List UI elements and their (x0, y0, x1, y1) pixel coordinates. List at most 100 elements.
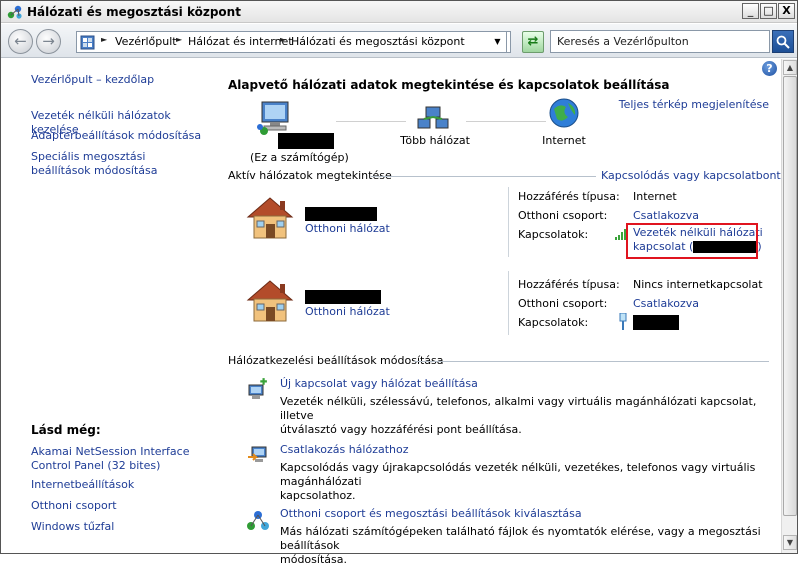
network-2-connections-label: Kapcsolatok: (518, 316, 589, 329)
see-also-link-akamai[interactable]: Akamai NetSession Interface Control Pane… (31, 445, 191, 473)
full-map-link[interactable]: Teljes térkép megjelenítése (619, 98, 769, 111)
task-homegroup-link[interactable]: Otthoni csoport és megosztási beállításo… (280, 507, 582, 520)
back-button[interactable]: ← (8, 29, 33, 54)
task-desc-line: útválasztó vagy hozzáférési pont beállít… (280, 423, 522, 436)
globe-icon (549, 98, 579, 128)
breadcrumb-separator-icon[interactable]: ► (176, 35, 182, 44)
settings-section-title: Hálózatkezelési beállítások módosítása (228, 354, 444, 367)
left-pane: Vezérlőpult – kezdőlap Vezeték nélküli h… (1, 59, 206, 553)
house-icon (246, 197, 294, 239)
breadcrumb-separator-icon[interactable]: ► (280, 35, 286, 44)
help-icon[interactable]: ? (762, 61, 777, 76)
sidebar-link-control-panel-home[interactable]: Vezérlőpult – kezdőlap (31, 73, 154, 87)
back-icon: ← (14, 32, 27, 50)
network-2-homegroup-label: Otthoni csoport: (518, 297, 608, 310)
see-also-title: Lásd még: (31, 423, 101, 437)
minimize-button[interactable]: _ (742, 3, 759, 19)
sidebar-link-advanced-sharing[interactable]: Speciális megosztási beállítások módosít… (31, 150, 201, 178)
task-connect-network-desc: Kapcsolódás vagy újrakapcsolódás vezeték… (280, 461, 781, 503)
redacted-computer-name (278, 133, 334, 149)
close-button[interactable]: X (778, 3, 795, 19)
network-1-access-value: Internet (633, 190, 677, 203)
search-icon (776, 35, 790, 49)
network-2-homegroup-link[interactable]: Csatlakozva (633, 297, 699, 310)
task-desc-line: Kapcsolódás vagy újrakapcsolódás vezeték… (280, 461, 756, 488)
task-new-connection-link[interactable]: Új kapcsolat vagy hálózat beállítása (280, 377, 478, 390)
breadcrumb-control-panel[interactable]: Vezérlőpult (115, 35, 177, 48)
network-2-separator (508, 271, 509, 335)
redacted-network-name (305, 207, 377, 221)
control-panel-icon (80, 35, 95, 50)
content-area: Vezérlőpult – kezdőlap Vezeték nélküli h… (1, 59, 793, 566)
breadcrumb-network-internet[interactable]: Hálózat és internet (188, 35, 293, 48)
connect-network-icon (248, 446, 267, 462)
sidebar-link-adapter-settings[interactable]: Adapterbeállítások módosítása (31, 129, 201, 143)
see-also-link-firewall[interactable]: Windows tűzfal (31, 520, 114, 534)
task-desc-line: Más hálózati számítógépeken található fá… (280, 525, 761, 552)
map-link-line (466, 121, 546, 122)
house-icon (246, 280, 294, 322)
search-button[interactable] (772, 30, 794, 53)
navigation-toolbar: ← → ► Vezérlőpult ► Hálózat és internet … (1, 24, 797, 58)
task-connect-network-link[interactable]: Csatlakozás hálózathoz (280, 443, 409, 456)
computer-caption: (Ez a számítógép) (250, 151, 349, 164)
highlight-box (626, 223, 758, 259)
page-title: Alapvető hálózati adatok megtekintése és… (228, 78, 670, 92)
network-1-type-link[interactable]: Otthoni hálózat (305, 222, 390, 235)
chevron-up-icon: ▲ (786, 63, 794, 72)
redacted-connection-name (633, 315, 679, 330)
active-networks-title: Aktív hálózatok megtekintése (228, 169, 392, 182)
window: Hálózati és megosztási központ _ □ X ← →… (0, 0, 798, 566)
network-1-separator (508, 187, 509, 257)
maximize-button[interactable]: □ (760, 3, 777, 19)
network-1-homegroup-label: Otthoni csoport: (518, 209, 608, 222)
section-divider (414, 361, 769, 362)
section-divider (371, 176, 596, 177)
redacted-network-name (305, 290, 381, 304)
map-link-line (336, 121, 406, 122)
scroll-up-button[interactable]: ▲ (783, 60, 797, 75)
ethernet-icon (619, 313, 627, 330)
network-2-access-value: Nincs internetkapcsolat (633, 278, 763, 291)
search-input[interactable]: Keresés a Vezérlőpulton (550, 30, 770, 53)
title-bar: Hálózati és megosztási központ _ □ X (1, 1, 797, 23)
network-1-access-label: Hozzáférés típusa: (518, 190, 620, 203)
network-1-homegroup-link[interactable]: Csatlakozva (633, 209, 699, 222)
settings-header: Hálózatkezelési beállítások módosítása (228, 354, 444, 368)
refresh-icon: ⇄ (527, 34, 539, 49)
multi-network-icon (417, 106, 449, 129)
chevron-down-icon: ▼ (494, 37, 501, 46)
see-also-link-internet-options[interactable]: Internetbeállítások (31, 478, 134, 492)
chevron-down-icon: ▼ (786, 538, 794, 547)
forward-button[interactable]: → (36, 29, 61, 54)
task-homegroup-desc: Más hálózati számítógépeken található fá… (280, 525, 781, 567)
scroll-down-button[interactable]: ▼ (783, 535, 797, 550)
task-desc-line: kapcsolathoz. (280, 489, 356, 502)
forward-icon: → (42, 32, 55, 50)
network-app-icon (7, 5, 22, 19)
vertical-scrollbar[interactable]: ▲ ▼ (781, 59, 797, 553)
computer-icon (257, 101, 289, 135)
search-placeholder: Keresés a Vezérlőpulton (557, 35, 689, 48)
active-networks-header: Aktív hálózatok megtekintése (228, 169, 392, 183)
address-dropdown-button[interactable]: ▼ (489, 31, 507, 53)
task-new-connection-desc: Vezeték nélküli, szélessávú, telefonos, … (280, 395, 781, 437)
internet-label: Internet (542, 134, 586, 147)
window-title: Hálózati és megosztási központ (27, 5, 241, 19)
address-bar[interactable]: ► Vezérlőpult ► Hálózat és internet ► Há… (76, 31, 511, 53)
breadcrumb-network-center[interactable]: Hálózati és megosztási központ (291, 35, 465, 48)
network-1-connections-label: Kapcsolatok: (518, 228, 589, 241)
breadcrumb-separator-icon[interactable]: ► (101, 35, 107, 44)
network-2-type-link[interactable]: Otthoni hálózat (305, 305, 390, 318)
task-desc-line: Vezeték nélküli, szélessávú, telefonos, … (280, 395, 757, 422)
network-2-access-label: Hozzáférés típusa: (518, 278, 620, 291)
multiple-networks-label: Több hálózat (400, 134, 470, 147)
scrollbar-thumb[interactable] (783, 76, 797, 516)
connect-disconnect-link[interactable]: Kapcsolódás vagy kapcsolatbontás (601, 169, 793, 182)
new-connection-icon (248, 378, 267, 399)
homegroup-icon (247, 511, 269, 530)
main-pane: Alapvető hálózati adatok megtekintése és… (206, 59, 793, 566)
see-also-link-homegroup[interactable]: Otthoni csoport (31, 499, 117, 513)
refresh-button[interactable]: ⇄ (522, 31, 544, 53)
task-desc-line: módosítása. (280, 553, 347, 566)
